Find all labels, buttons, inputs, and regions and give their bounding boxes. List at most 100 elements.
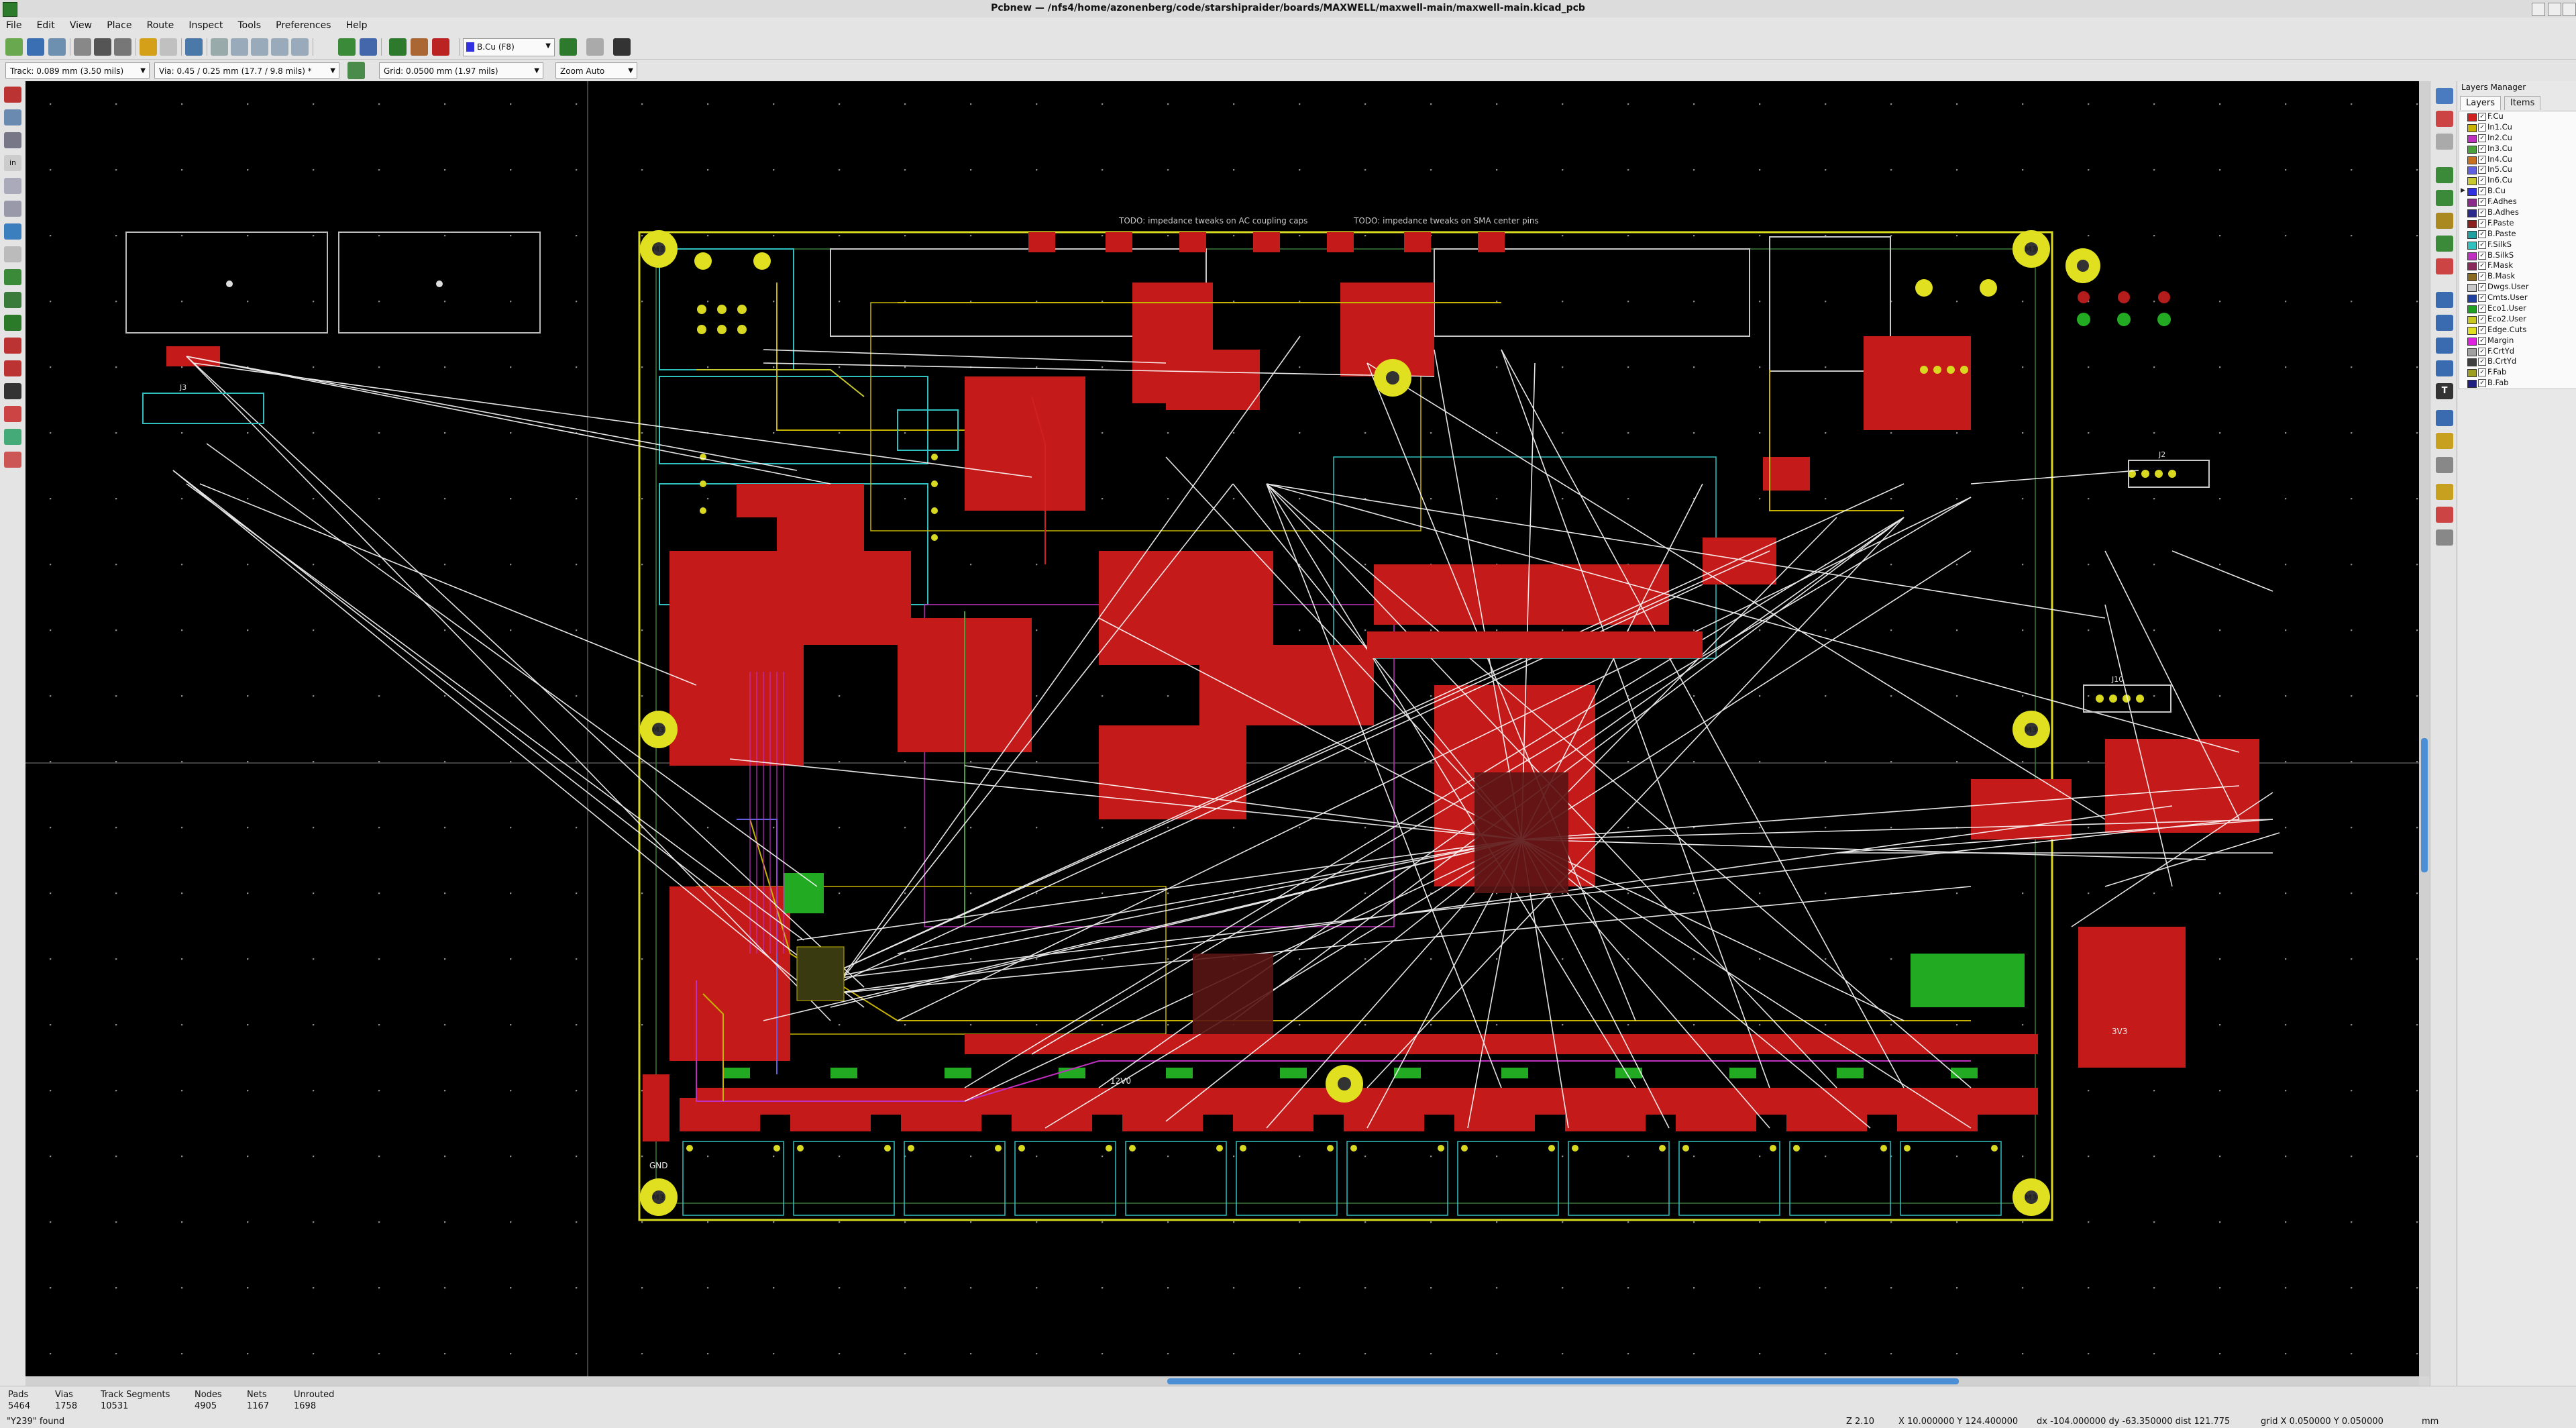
- minimize-button[interactable]: [2532, 3, 2545, 16]
- layer-color-swatch[interactable]: [2467, 369, 2477, 378]
- zone-outline-icon[interactable]: [4, 292, 21, 308]
- layer-row[interactable]: ✓ In2.Cu: [2459, 133, 2576, 144]
- netlist-icon[interactable]: [338, 38, 356, 56]
- add-via-icon[interactable]: [2436, 213, 2453, 229]
- layer-visibility-checkbox[interactable]: ✓: [2478, 219, 2486, 227]
- redraw-icon[interactable]: [211, 38, 228, 56]
- zoom-fit-icon[interactable]: [271, 38, 288, 56]
- menu-preferences[interactable]: Preferences: [270, 17, 337, 34]
- layer-visibility-checkbox[interactable]: ✓: [2478, 230, 2486, 238]
- close-button[interactable]: [2563, 3, 2576, 16]
- microwave-tools-icon[interactable]: [4, 452, 21, 468]
- active-layer-select[interactable]: B.Cu (F8) ▼: [463, 38, 555, 56]
- track-sketch-icon[interactable]: [4, 383, 21, 399]
- layer-visibility-checkbox[interactable]: ✓: [2478, 305, 2486, 313]
- layer-visibility-checkbox[interactable]: ✓: [2478, 368, 2486, 377]
- menu-view[interactable]: View: [64, 17, 98, 34]
- layer-visibility-checkbox[interactable]: ✓: [2478, 315, 2486, 323]
- add-arc-icon[interactable]: [2436, 338, 2453, 354]
- add-dimension-icon[interactable]: [2436, 410, 2453, 426]
- tab-items[interactable]: Items: [2504, 96, 2541, 110]
- add-target-icon[interactable]: [2436, 433, 2453, 449]
- layer-visibility-checkbox[interactable]: ✓: [2478, 347, 2486, 356]
- layer-row[interactable]: ✓ F.CrtYd: [2459, 346, 2576, 357]
- layer-row[interactable]: ✓ F.Cu: [2459, 111, 2576, 122]
- layer-row[interactable]: ✓ B.CrtYd: [2459, 356, 2576, 367]
- layer-visibility-checkbox[interactable]: ✓: [2478, 379, 2486, 388]
- new-board-icon[interactable]: [5, 38, 23, 56]
- layer-row[interactable]: ✓ B.SilkS: [2459, 250, 2576, 261]
- layer-row[interactable]: ✓ Cmts.User: [2459, 293, 2576, 303]
- delete-icon[interactable]: [2436, 457, 2453, 473]
- layer-color-swatch[interactable]: [2467, 113, 2477, 121]
- scripting-icon[interactable]: [586, 38, 604, 56]
- layer-color-swatch[interactable]: [2467, 273, 2477, 282]
- zoom-select[interactable]: Zoom Auto ▼: [555, 62, 637, 79]
- units-inch-icon[interactable]: in: [4, 155, 21, 171]
- layer-row[interactable]: ✓ B.Fab: [2459, 378, 2576, 389]
- layer-row[interactable]: ▶ ✓ B.Cu: [2459, 186, 2576, 197]
- units-mm-icon[interactable]: [4, 178, 21, 194]
- add-footprint-icon[interactable]: [2436, 167, 2453, 183]
- layer-visibility-checkbox[interactable]: ✓: [2478, 187, 2486, 196]
- polar-coords-icon[interactable]: [4, 132, 21, 148]
- layer-row[interactable]: ✓ F.Adhes: [2459, 197, 2576, 207]
- add-polygon-icon[interactable]: [2436, 360, 2453, 376]
- footprint-browser-icon[interactable]: [389, 38, 407, 56]
- menu-edit[interactable]: Edit: [31, 17, 61, 34]
- layer-color-swatch[interactable]: [2467, 348, 2477, 356]
- layer-color-swatch[interactable]: [2467, 156, 2477, 164]
- layer-pair-icon[interactable]: [559, 38, 577, 56]
- layer-color-swatch[interactable]: [2467, 295, 2477, 303]
- layer-visibility-checkbox[interactable]: ✓: [2478, 209, 2486, 217]
- layer-color-swatch[interactable]: [2467, 380, 2477, 389]
- layer-visibility-checkbox[interactable]: ✓: [2478, 336, 2486, 345]
- zoom-out-icon[interactable]: [251, 38, 268, 56]
- layer-color-swatch[interactable]: [2467, 241, 2477, 250]
- layer-visibility-checkbox[interactable]: ✓: [2478, 134, 2486, 142]
- layer-row[interactable]: ✓ B.Paste: [2459, 229, 2576, 240]
- highlight-net-icon[interactable]: [2436, 111, 2453, 127]
- pcb-canvas[interactable]: TODO: impedance tweaks on AC coupling ca…: [25, 81, 2419, 1376]
- layer-color-swatch[interactable]: [2467, 188, 2477, 197]
- layer-color-swatch[interactable]: [2467, 166, 2477, 175]
- pad-sketch-icon[interactable]: [4, 338, 21, 354]
- layer-visibility-checkbox[interactable]: ✓: [2478, 198, 2486, 207]
- layer-row[interactable]: ✓ F.Paste: [2459, 218, 2576, 229]
- select-arrow-icon[interactable]: [2436, 88, 2453, 104]
- layer-visibility-checkbox[interactable]: ✓: [2478, 325, 2486, 334]
- layer-visibility-checkbox[interactable]: ✓: [2478, 358, 2486, 366]
- layer-color-swatch[interactable]: [2467, 358, 2477, 367]
- tab-layers[interactable]: Layers: [2460, 96, 2502, 110]
- find-icon[interactable]: [185, 38, 203, 56]
- layer-visibility-checkbox[interactable]: ✓: [2478, 166, 2486, 174]
- layer-visibility-checkbox[interactable]: ✓: [2478, 294, 2486, 303]
- layer-color-swatch[interactable]: [2467, 252, 2477, 260]
- menu-inspect[interactable]: Inspect: [182, 17, 229, 34]
- add-zone-icon[interactable]: [2436, 236, 2453, 252]
- layer-row[interactable]: ✓ In5.Cu: [2459, 164, 2576, 175]
- layer-row[interactable]: ✓ B.Adhes: [2459, 207, 2576, 218]
- grid-select[interactable]: Grid: 0.0500 mm (1.97 mils) ▼: [379, 62, 543, 79]
- high-contrast-icon[interactable]: [4, 406, 21, 422]
- footprint-editor-icon[interactable]: [360, 38, 377, 56]
- menu-route[interactable]: Route: [141, 17, 180, 34]
- redo-icon[interactable]: [160, 38, 177, 56]
- open-board-icon[interactable]: [27, 38, 44, 56]
- undo-icon[interactable]: [140, 38, 157, 56]
- layer-visibility-checkbox[interactable]: ✓: [2478, 123, 2486, 132]
- layer-color-swatch[interactable]: [2467, 134, 2477, 143]
- menu-help[interactable]: Help: [340, 17, 374, 34]
- layer-visibility-checkbox[interactable]: ✓: [2478, 113, 2486, 121]
- vertical-scrollbar[interactable]: [2419, 81, 2430, 1376]
- drill-origin-icon[interactable]: [2436, 484, 2453, 500]
- layer-color-swatch[interactable]: [2467, 315, 2477, 324]
- maximize-button[interactable]: [2548, 3, 2561, 16]
- layer-row[interactable]: ✓ In1.Cu: [2459, 122, 2576, 133]
- layer-color-swatch[interactable]: [2467, 199, 2477, 207]
- curved-ratsnest-icon[interactable]: [4, 246, 21, 262]
- route-track-icon[interactable]: [2436, 190, 2453, 206]
- measure-icon[interactable]: [2436, 529, 2453, 546]
- via-sketch-icon[interactable]: [4, 360, 21, 376]
- layers-manager-toggle-icon[interactable]: [4, 429, 21, 445]
